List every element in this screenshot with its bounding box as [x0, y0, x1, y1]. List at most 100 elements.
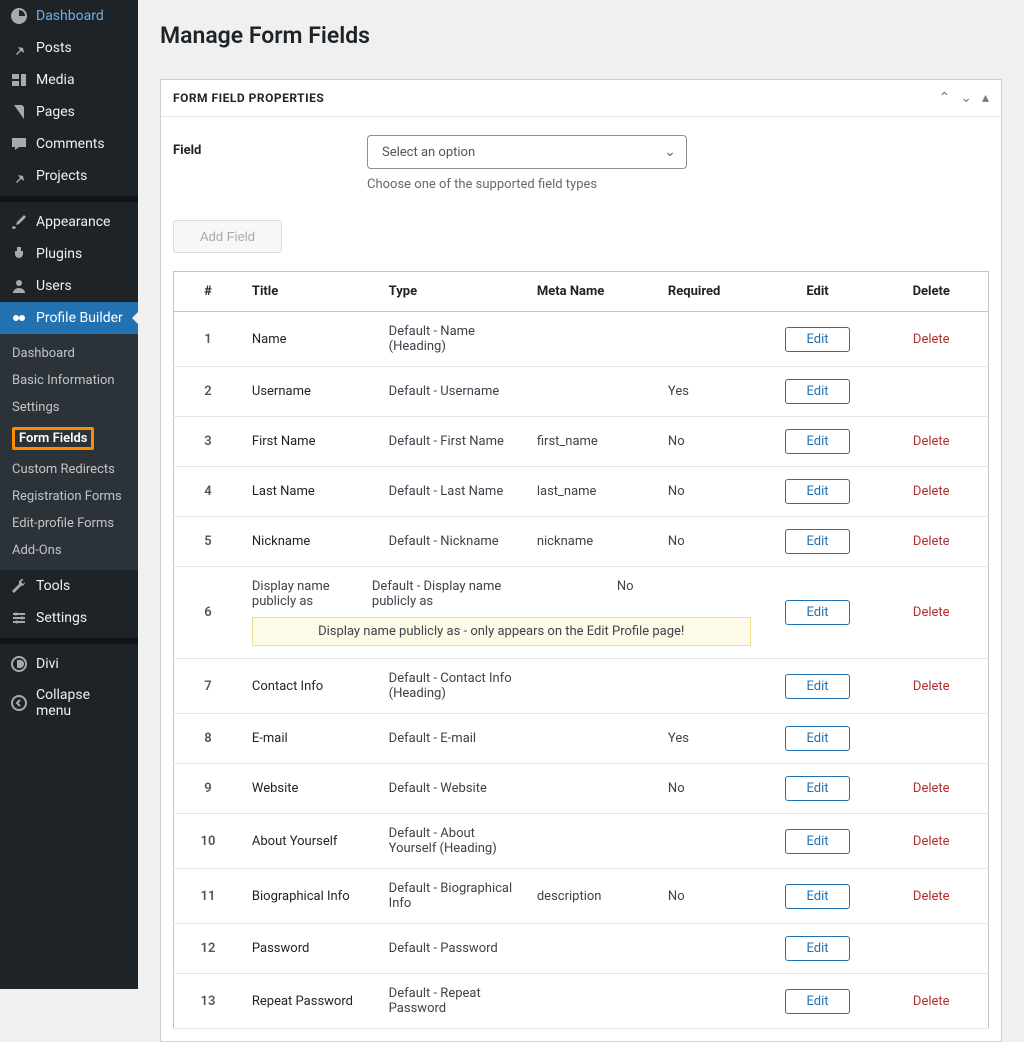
cell-num: 13: [174, 974, 242, 1029]
cell-delete: Delete: [874, 764, 988, 814]
menu-item-tools[interactable]: Tools: [0, 570, 138, 602]
triangle-up-icon[interactable]: ▴: [982, 90, 989, 106]
delete-link[interactable]: Delete: [913, 679, 950, 694]
delete-link[interactable]: Delete: [913, 889, 950, 904]
chevron-down-icon[interactable]: ⌄: [960, 90, 972, 106]
pin-icon: [10, 167, 28, 185]
delete-link[interactable]: Delete: [913, 834, 950, 849]
cell-delete: Delete: [874, 814, 988, 869]
cell-type: Default - E-mail: [379, 714, 527, 764]
menu-item-plugins[interactable]: Plugins: [0, 238, 138, 270]
menu-item-collapse-menu[interactable]: Collapse menu: [0, 680, 138, 726]
cell-num: 2: [174, 367, 242, 417]
menu-item-label: Divi: [36, 656, 59, 672]
edit-button[interactable]: Edit: [785, 327, 849, 352]
cell-required: Yes: [658, 714, 761, 764]
cell-required: [658, 312, 761, 367]
menu-item-label: Settings: [36, 610, 87, 626]
edit-button[interactable]: Edit: [785, 529, 849, 554]
edit-button[interactable]: Edit: [785, 479, 849, 504]
delete-link[interactable]: Delete: [913, 605, 950, 620]
delete-link[interactable]: Delete: [913, 781, 950, 796]
menu-item-label: Projects: [36, 168, 87, 184]
chevron-up-icon[interactable]: ⌃: [939, 90, 951, 106]
cell-required: No: [658, 869, 761, 924]
menu-item-pages[interactable]: Pages: [0, 96, 138, 128]
select-placeholder: Select an option: [382, 145, 475, 160]
cell-meta: [502, 579, 617, 609]
col-header-required: Required: [658, 272, 761, 312]
cell-edit: Edit: [761, 367, 875, 417]
menu-item-appearance[interactable]: Appearance: [0, 206, 138, 238]
cell-title: E-mail: [242, 714, 379, 764]
cell-required: [658, 974, 761, 1029]
menu-item-profile-builder[interactable]: Profile Builder: [0, 302, 138, 334]
edit-button[interactable]: Edit: [785, 726, 849, 751]
menu-item-label: Tools: [36, 578, 70, 594]
cell-delete: Delete: [874, 974, 988, 1029]
cell-delete: [874, 924, 988, 974]
submenu-item-dashboard[interactable]: Dashboard: [0, 340, 138, 367]
add-field-button[interactable]: Add Field: [173, 220, 282, 253]
menu-item-divi[interactable]: Divi: [0, 648, 138, 680]
panel-header-actions: ⌃ ⌄ ▴: [939, 90, 990, 106]
cell-delete: Delete: [874, 567, 988, 659]
submenu-item-basic-information[interactable]: Basic Information: [0, 367, 138, 394]
edit-button[interactable]: Edit: [785, 829, 849, 854]
col-header-edit: Edit: [761, 272, 875, 312]
dashboard-icon: [10, 7, 28, 25]
submenu-item-settings[interactable]: Settings: [0, 394, 138, 421]
edit-button[interactable]: Edit: [785, 989, 849, 1014]
edit-button[interactable]: Edit: [785, 379, 849, 404]
menu-item-label: Profile Builder: [36, 310, 123, 326]
cell-type: Default - Display name publicly as: [372, 579, 502, 609]
cell-type: Default - First Name: [379, 417, 527, 467]
cell-edit: Edit: [761, 764, 875, 814]
delete-link[interactable]: Delete: [913, 534, 950, 549]
cell-meta: [527, 312, 658, 367]
cell-meta: [527, 367, 658, 417]
cell-type: Default - Repeat Password: [379, 974, 527, 1029]
edit-button[interactable]: Edit: [785, 776, 849, 801]
menu-item-dashboard[interactable]: Dashboard: [0, 0, 138, 32]
cell-required: [658, 924, 761, 974]
submenu-item-registration-forms[interactable]: Registration Forms: [0, 483, 138, 510]
table-row: 10About YourselfDefault - About Yourself…: [174, 814, 989, 869]
delete-link[interactable]: Delete: [913, 994, 950, 1009]
form-fields-table: # Title Type Meta Name Required Edit Del…: [173, 271, 989, 1029]
submenu-item-add-ons[interactable]: Add-Ons: [0, 537, 138, 564]
table-row: 1NameDefault - Name (Heading)EditDelete: [174, 312, 989, 367]
menu-item-media[interactable]: Media: [0, 64, 138, 96]
cell-num: 4: [174, 467, 242, 517]
cell-delete: Delete: [874, 869, 988, 924]
comments-icon: [10, 135, 28, 153]
menu-item-settings[interactable]: Settings: [0, 602, 138, 634]
cell-required: Yes: [658, 367, 761, 417]
menu-item-posts[interactable]: Posts: [0, 32, 138, 64]
edit-button[interactable]: Edit: [785, 884, 849, 909]
menu-item-users[interactable]: Users: [0, 270, 138, 302]
cell-edit: Edit: [761, 517, 875, 567]
delete-link[interactable]: Delete: [913, 484, 950, 499]
cell-title-wide: Display name publicly asDefault - Displa…: [242, 567, 761, 659]
edit-button[interactable]: Edit: [785, 600, 849, 625]
menu-item-projects[interactable]: Projects: [0, 160, 138, 192]
cell-required: No: [658, 467, 761, 517]
submenu-item-form-fields[interactable]: Form Fields: [0, 421, 138, 456]
menu-item-comments[interactable]: Comments: [0, 128, 138, 160]
edit-button[interactable]: Edit: [785, 429, 849, 454]
submenu-item-edit-profile-forms[interactable]: Edit-profile Forms: [0, 510, 138, 537]
cell-type: Default - Website: [379, 764, 527, 814]
cell-meta: [527, 659, 658, 714]
menu-item-label: Appearance: [36, 214, 110, 230]
cell-edit: Edit: [761, 714, 875, 764]
edit-button[interactable]: Edit: [785, 674, 849, 699]
cell-meta: [527, 974, 658, 1029]
submenu-item-custom-redirects[interactable]: Custom Redirects: [0, 456, 138, 483]
cell-title: Last Name: [242, 467, 379, 517]
edit-button[interactable]: Edit: [785, 936, 849, 961]
col-header-num: #: [174, 272, 242, 312]
delete-link[interactable]: Delete: [913, 434, 950, 449]
field-type-select[interactable]: Select an option ⌄: [367, 135, 687, 169]
delete-link[interactable]: Delete: [913, 332, 950, 347]
